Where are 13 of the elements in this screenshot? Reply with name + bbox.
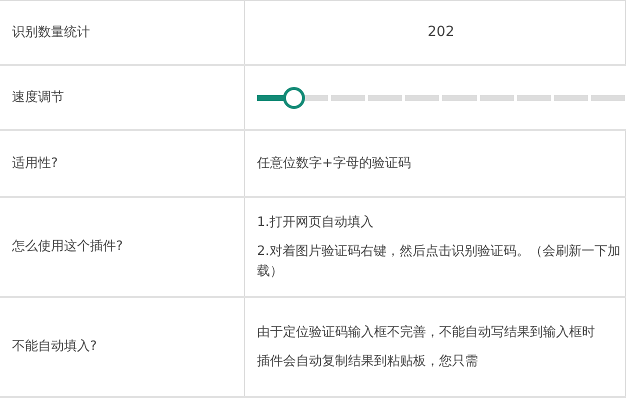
row-label: 怎么使用这个插件? (12, 238, 123, 256)
row-label: 适用性? (12, 154, 58, 173)
row-label: 速度调节 (12, 88, 64, 107)
answer-text: 由于定位验证码输入框不完善，不能自动写结果到输入框时 (257, 324, 596, 342)
count-value: 202 (428, 23, 454, 42)
speed-slider[interactable] (257, 86, 625, 108)
answer-text: 2.对着图片验证码右键，然后点击识别验证码。（会刷新一下加载） (257, 243, 622, 281)
answer-text: 任意位数字+字母的验证码 (257, 154, 412, 173)
row-label: 不能自动填入? (12, 338, 97, 356)
answer-text: 插件会自动复制结果到粘贴板，您只需 (257, 353, 479, 371)
answer-text: 1.打开网页自动填入 (257, 214, 374, 232)
slider-thumb[interactable] (282, 86, 305, 108)
row-label: 识别数量统计 (12, 24, 90, 42)
